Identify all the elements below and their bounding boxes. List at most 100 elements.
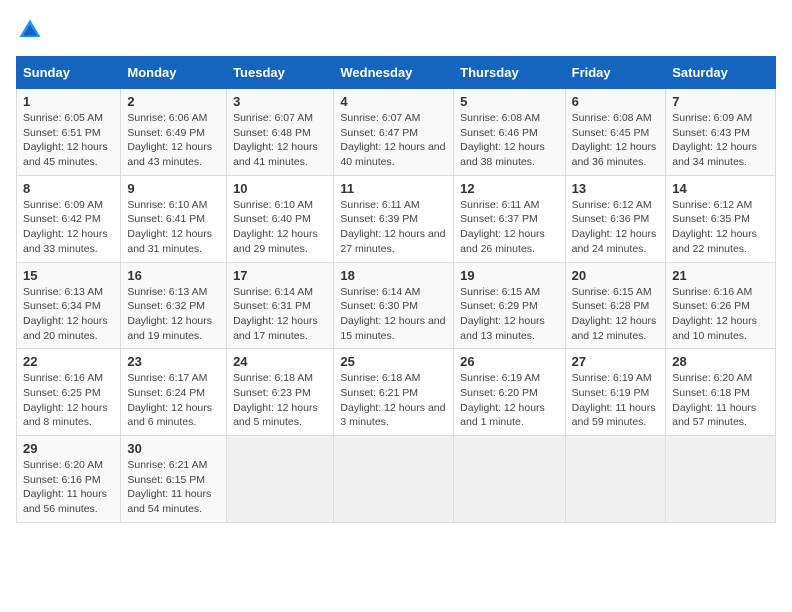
- day-number: 5: [460, 94, 558, 109]
- calendar-cell: 18 Sunrise: 6:14 AMSunset: 6:30 PMDayligh…: [334, 262, 454, 349]
- calendar-cell: 11 Sunrise: 6:11 AMSunset: 6:39 PMDayligh…: [334, 175, 454, 262]
- day-info: Sunrise: 6:16 AMSunset: 6:26 PMDaylight:…: [672, 285, 769, 344]
- day-info: Sunrise: 6:11 AMSunset: 6:39 PMDaylight:…: [340, 198, 447, 257]
- day-info: Sunrise: 6:14 AMSunset: 6:31 PMDaylight:…: [233, 285, 327, 344]
- day-number: 29: [23, 441, 114, 456]
- day-number: 26: [460, 354, 558, 369]
- day-number: 4: [340, 94, 447, 109]
- day-info: Sunrise: 6:15 AMSunset: 6:29 PMDaylight:…: [460, 285, 558, 344]
- day-info: Sunrise: 6:16 AMSunset: 6:25 PMDaylight:…: [23, 371, 114, 430]
- day-info: Sunrise: 6:09 AMSunset: 6:43 PMDaylight:…: [672, 111, 769, 170]
- calendar-cell: 21 Sunrise: 6:16 AMSunset: 6:26 PMDayligh…: [666, 262, 776, 349]
- calendar-cell: 6 Sunrise: 6:08 AMSunset: 6:45 PMDaylight…: [565, 89, 666, 176]
- week-row: 29 Sunrise: 6:20 AMSunset: 6:16 PMDayligh…: [17, 436, 776, 523]
- calendar-cell: 1 Sunrise: 6:05 AMSunset: 6:51 PMDaylight…: [17, 89, 121, 176]
- day-number: 16: [127, 268, 220, 283]
- calendar-cell: [454, 436, 565, 523]
- header-tuesday: Tuesday: [227, 57, 334, 89]
- week-row: 8 Sunrise: 6:09 AMSunset: 6:42 PMDaylight…: [17, 175, 776, 262]
- day-number: 23: [127, 354, 220, 369]
- week-row: 1 Sunrise: 6:05 AMSunset: 6:51 PMDaylight…: [17, 89, 776, 176]
- calendar-cell: [565, 436, 666, 523]
- day-number: 11: [340, 181, 447, 196]
- calendar-header-row: SundayMondayTuesdayWednesdayThursdayFrid…: [17, 57, 776, 89]
- calendar-cell: 7 Sunrise: 6:09 AMSunset: 6:43 PMDaylight…: [666, 89, 776, 176]
- logo: [16, 16, 48, 44]
- day-number: 19: [460, 268, 558, 283]
- day-info: Sunrise: 6:07 AMSunset: 6:47 PMDaylight:…: [340, 111, 447, 170]
- day-info: Sunrise: 6:18 AMSunset: 6:21 PMDaylight:…: [340, 371, 447, 430]
- calendar-cell: 25 Sunrise: 6:18 AMSunset: 6:21 PMDayligh…: [334, 349, 454, 436]
- calendar-cell: 20 Sunrise: 6:15 AMSunset: 6:28 PMDayligh…: [565, 262, 666, 349]
- day-number: 25: [340, 354, 447, 369]
- calendar-cell: 14 Sunrise: 6:12 AMSunset: 6:35 PMDayligh…: [666, 175, 776, 262]
- day-number: 3: [233, 94, 327, 109]
- calendar-cell: 12 Sunrise: 6:11 AMSunset: 6:37 PMDayligh…: [454, 175, 565, 262]
- day-number: 7: [672, 94, 769, 109]
- day-info: Sunrise: 6:13 AMSunset: 6:32 PMDaylight:…: [127, 285, 220, 344]
- logo-icon: [16, 16, 44, 44]
- day-info: Sunrise: 6:19 AMSunset: 6:20 PMDaylight:…: [460, 371, 558, 430]
- day-number: 17: [233, 268, 327, 283]
- calendar-cell: 15Sunrise: 6:13 AMSunset: 6:34 PMDayligh…: [17, 262, 121, 349]
- day-info: Sunrise: 6:10 AMSunset: 6:40 PMDaylight:…: [233, 198, 327, 257]
- calendar-cell: 28Sunrise: 6:20 AMSunset: 6:18 PMDayligh…: [666, 349, 776, 436]
- header-sunday: Sunday: [17, 57, 121, 89]
- calendar-cell: 27 Sunrise: 6:19 AMSunset: 6:19 PMDayligh…: [565, 349, 666, 436]
- calendar-cell: 24 Sunrise: 6:18 AMSunset: 6:23 PMDayligh…: [227, 349, 334, 436]
- header-monday: Monday: [121, 57, 227, 89]
- day-info: Sunrise: 6:10 AMSunset: 6:41 PMDaylight:…: [127, 198, 220, 257]
- day-info: Sunrise: 6:08 AMSunset: 6:45 PMDaylight:…: [572, 111, 660, 170]
- day-info: Sunrise: 6:19 AMSunset: 6:19 PMDaylight:…: [572, 371, 660, 430]
- calendar-cell: 16 Sunrise: 6:13 AMSunset: 6:32 PMDayligh…: [121, 262, 227, 349]
- calendar-cell: 23Sunrise: 6:17 AMSunset: 6:24 PMDayligh…: [121, 349, 227, 436]
- week-row: 22 Sunrise: 6:16 AMSunset: 6:25 PMDayligh…: [17, 349, 776, 436]
- day-number: 14: [672, 181, 769, 196]
- day-number: 12: [460, 181, 558, 196]
- day-number: 10: [233, 181, 327, 196]
- day-number: 9: [127, 181, 220, 196]
- day-number: 20: [572, 268, 660, 283]
- calendar-table: SundayMondayTuesdayWednesdayThursdayFrid…: [16, 56, 776, 523]
- header: [16, 16, 776, 44]
- day-number: 18: [340, 268, 447, 283]
- header-wednesday: Wednesday: [334, 57, 454, 89]
- calendar-cell: 9 Sunrise: 6:10 AMSunset: 6:41 PMDaylight…: [121, 175, 227, 262]
- day-info: Sunrise: 6:15 AMSunset: 6:28 PMDaylight:…: [572, 285, 660, 344]
- day-info: Sunrise: 6:11 AMSunset: 6:37 PMDaylight:…: [460, 198, 558, 257]
- day-number: 8: [23, 181, 114, 196]
- day-number: 1: [23, 94, 114, 109]
- day-info: Sunrise: 6:18 AMSunset: 6:23 PMDaylight:…: [233, 371, 327, 430]
- day-info: Sunrise: 6:21 AMSunset: 6:15 PMDaylight:…: [127, 458, 220, 517]
- day-info: Sunrise: 6:12 AMSunset: 6:36 PMDaylight:…: [572, 198, 660, 257]
- day-number: 21: [672, 268, 769, 283]
- day-info: Sunrise: 6:09 AMSunset: 6:42 PMDaylight:…: [23, 198, 114, 257]
- day-info: Sunrise: 6:07 AMSunset: 6:48 PMDaylight:…: [233, 111, 327, 170]
- day-info: Sunrise: 6:06 AMSunset: 6:49 PMDaylight:…: [127, 111, 220, 170]
- day-number: 30: [127, 441, 220, 456]
- calendar-cell: 13Sunrise: 6:12 AMSunset: 6:36 PMDayligh…: [565, 175, 666, 262]
- header-thursday: Thursday: [454, 57, 565, 89]
- day-info: Sunrise: 6:05 AMSunset: 6:51 PMDaylight:…: [23, 111, 114, 170]
- day-info: Sunrise: 6:14 AMSunset: 6:30 PMDaylight:…: [340, 285, 447, 344]
- calendar-cell: 22 Sunrise: 6:16 AMSunset: 6:25 PMDayligh…: [17, 349, 121, 436]
- day-info: Sunrise: 6:08 AMSunset: 6:46 PMDaylight:…: [460, 111, 558, 170]
- calendar-cell: 2 Sunrise: 6:06 AMSunset: 6:49 PMDaylight…: [121, 89, 227, 176]
- calendar-cell: 26 Sunrise: 6:19 AMSunset: 6:20 PMDayligh…: [454, 349, 565, 436]
- day-number: 15: [23, 268, 114, 283]
- day-number: 27: [572, 354, 660, 369]
- day-info: Sunrise: 6:12 AMSunset: 6:35 PMDaylight:…: [672, 198, 769, 257]
- calendar-cell: 3 Sunrise: 6:07 AMSunset: 6:48 PMDaylight…: [227, 89, 334, 176]
- day-number: 6: [572, 94, 660, 109]
- day-info: Sunrise: 6:20 AMSunset: 6:16 PMDaylight:…: [23, 458, 114, 517]
- calendar-cell: 19 Sunrise: 6:15 AMSunset: 6:29 PMDayligh…: [454, 262, 565, 349]
- day-number: 22: [23, 354, 114, 369]
- day-number: 2: [127, 94, 220, 109]
- week-row: 15Sunrise: 6:13 AMSunset: 6:34 PMDayligh…: [17, 262, 776, 349]
- calendar-cell: 5 Sunrise: 6:08 AMSunset: 6:46 PMDaylight…: [454, 89, 565, 176]
- day-number: 24: [233, 354, 327, 369]
- day-number: 28: [672, 354, 769, 369]
- calendar-cell: 30 Sunrise: 6:21 AMSunset: 6:15 PMDayligh…: [121, 436, 227, 523]
- calendar-cell: [666, 436, 776, 523]
- calendar-cell: 10 Sunrise: 6:10 AMSunset: 6:40 PMDayligh…: [227, 175, 334, 262]
